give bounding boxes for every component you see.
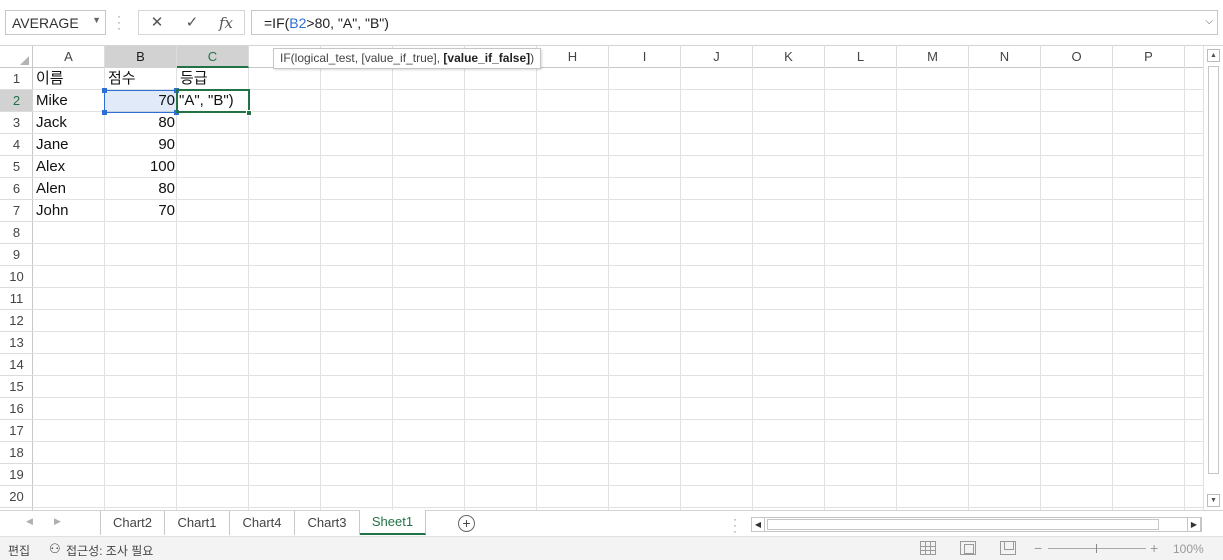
row-header-6[interactable]: 6 (0, 178, 33, 200)
row-header-14[interactable]: 14 (0, 354, 33, 376)
column-header-c[interactable]: C (177, 46, 249, 68)
row-header-18[interactable]: 18 (0, 442, 33, 464)
function-tooltip[interactable]: IF(logical_test, [value_if_true], [value… (273, 48, 542, 69)
prev-sheet-icon[interactable]: ◀ (26, 516, 33, 527)
select-all-button[interactable] (0, 46, 33, 68)
check-icon[interactable]: ✓ (177, 13, 207, 33)
row-header: 1 2 3 4 5 6 7 8 9 10 11 12 13 14 15 16 17 18 19 20 (0, 68, 33, 510)
accessibility-icon[interactable]: ⚇ (49, 541, 61, 557)
next-sheet-icon[interactable]: ▶ (54, 516, 61, 527)
tab-chart1[interactable]: Chart1 (165, 511, 230, 535)
cell-b5[interactable]: 100 (105, 156, 177, 178)
tab-chart4[interactable]: Chart4 (230, 511, 295, 535)
fx-icon[interactable]: fx (211, 13, 241, 33)
horizontal-scroll-thumb[interactable] (767, 519, 1159, 530)
zoom-in-icon[interactable]: + (1150, 540, 1158, 556)
cell-grid[interactable]: 이름 점수 등급 Mike 70 Jack 80 Jane 90 Alex 10… (33, 68, 1203, 510)
zoom-out-icon[interactable]: − (1034, 540, 1042, 556)
column-header-j[interactable]: J (681, 46, 753, 68)
tab-split-handle[interactable]: · · · (733, 513, 737, 537)
scroll-down-icon[interactable]: ▼ (1207, 494, 1220, 507)
name-box-value: AVERAGE (12, 15, 79, 31)
cell-c2-editing[interactable]: "A", "B") (177, 90, 249, 112)
name-box[interactable]: AVERAGE ▼ (5, 10, 106, 35)
formula-bar: AVERAGE ▼ · · · ✕ ✓ fx =IF(B2>80, "A", "B"… (0, 0, 1223, 46)
vertical-scrollbar[interactable]: ▲ ▼ (1203, 46, 1223, 510)
row-header-9[interactable]: 9 (0, 244, 33, 266)
column-header: ABCDEFGHIJKLMNOP (0, 46, 1203, 68)
formula-input[interactable]: =IF(B2>80, "A", "B") ⌵ (251, 10, 1218, 35)
accessibility-status[interactable]: 접근성: 조사 필요 (66, 542, 153, 559)
normal-view-icon[interactable] (920, 541, 936, 555)
row-header-20[interactable]: 20 (0, 486, 33, 508)
cell-a7[interactable]: John (33, 200, 105, 222)
scroll-right-icon[interactable]: ▶ (1187, 517, 1201, 532)
cell-a4[interactable]: Jane (33, 134, 105, 156)
cell-b4[interactable]: 90 (105, 134, 177, 156)
column-header-l[interactable]: L (825, 46, 897, 68)
formula-text: =IF(B2>80, "A", "B") (264, 15, 389, 31)
row-header-17[interactable]: 17 (0, 420, 33, 442)
row-header-10[interactable]: 10 (0, 266, 33, 288)
sheet-tab-bar: ◀ ▶ Chart2 Chart1 Chart4 Chart3 Sheet1 +… (0, 510, 1223, 537)
cell-a2[interactable]: Mike (33, 90, 105, 112)
zoom-slider-thumb[interactable] (1096, 544, 1097, 553)
row-header-4[interactable]: 4 (0, 134, 33, 156)
scroll-left-icon[interactable]: ◀ (752, 518, 765, 531)
cell-b1[interactable]: 점수 (105, 68, 177, 90)
row-header-16[interactable]: 16 (0, 398, 33, 420)
zoom-level[interactable]: 100% (1173, 542, 1204, 556)
column-header-h[interactable]: H (537, 46, 609, 68)
fill-handle[interactable] (246, 110, 252, 116)
status-mode: 편집 (8, 544, 31, 558)
vertical-scroll-thumb[interactable] (1208, 66, 1219, 474)
formula-ref: B2 (289, 15, 307, 31)
row-header-12[interactable]: 12 (0, 310, 33, 332)
column-header-o[interactable]: O (1041, 46, 1113, 68)
row-header-11[interactable]: 11 (0, 288, 33, 310)
column-header-n[interactable]: N (969, 46, 1041, 68)
tab-chart3[interactable]: Chart3 (295, 511, 360, 535)
row-header-13[interactable]: 13 (0, 332, 33, 354)
cell-a3[interactable]: Jack (33, 112, 105, 134)
column-header-k[interactable]: K (753, 46, 825, 68)
status-bar: 편집 ⚇ 접근성: 조사 필요 − + 100% (0, 536, 1223, 560)
cell-a1[interactable]: 이름 (33, 68, 105, 90)
row-header-1[interactable]: 1 (0, 68, 33, 90)
row-header-15[interactable]: 15 (0, 376, 33, 398)
cell-b2[interactable]: 70 (105, 90, 177, 112)
column-header-a[interactable]: A (33, 46, 105, 68)
column-header-b[interactable]: B (105, 46, 177, 68)
formula-buttons: ✕ ✓ fx (138, 10, 245, 35)
expand-formula-bar-icon[interactable]: ⌵ (1205, 16, 1213, 27)
cell-b7[interactable]: 70 (105, 200, 177, 222)
cell-a6[interactable]: Alen (33, 178, 105, 200)
zoom-slider[interactable] (1048, 548, 1146, 549)
formula-bar-resize-handle[interactable]: · · · (117, 10, 121, 34)
plus-circle-icon[interactable]: + (458, 515, 475, 532)
cell-b6[interactable]: 80 (105, 178, 177, 200)
row-header-3[interactable]: 3 (0, 112, 33, 134)
row-header-8[interactable]: 8 (0, 222, 33, 244)
page-layout-view-icon[interactable] (960, 541, 976, 555)
cell-c1[interactable]: 등급 (177, 68, 249, 90)
name-box-dropdown-icon[interactable]: ▼ (92, 15, 101, 25)
row-header-5[interactable]: 5 (0, 156, 33, 178)
column-header-i[interactable]: I (609, 46, 681, 68)
row-header-19[interactable]: 19 (0, 464, 33, 486)
page-break-view-icon[interactable] (1000, 541, 1016, 555)
row-header-2[interactable]: 2 (0, 90, 33, 112)
column-header-p[interactable]: P (1113, 46, 1185, 68)
tab-sheet1[interactable]: Sheet1 (360, 510, 426, 535)
scroll-up-icon[interactable]: ▲ (1207, 49, 1220, 62)
cell-b3[interactable]: 80 (105, 112, 177, 134)
row-header-7[interactable]: 7 (0, 200, 33, 222)
tab-chart2[interactable]: Chart2 (100, 511, 165, 535)
column-header-m[interactable]: M (897, 46, 969, 68)
cancel-icon[interactable]: ✕ (142, 13, 172, 33)
horizontal-scrollbar[interactable]: ◀ (751, 517, 1202, 532)
cell-a5[interactable]: Alex (33, 156, 105, 178)
